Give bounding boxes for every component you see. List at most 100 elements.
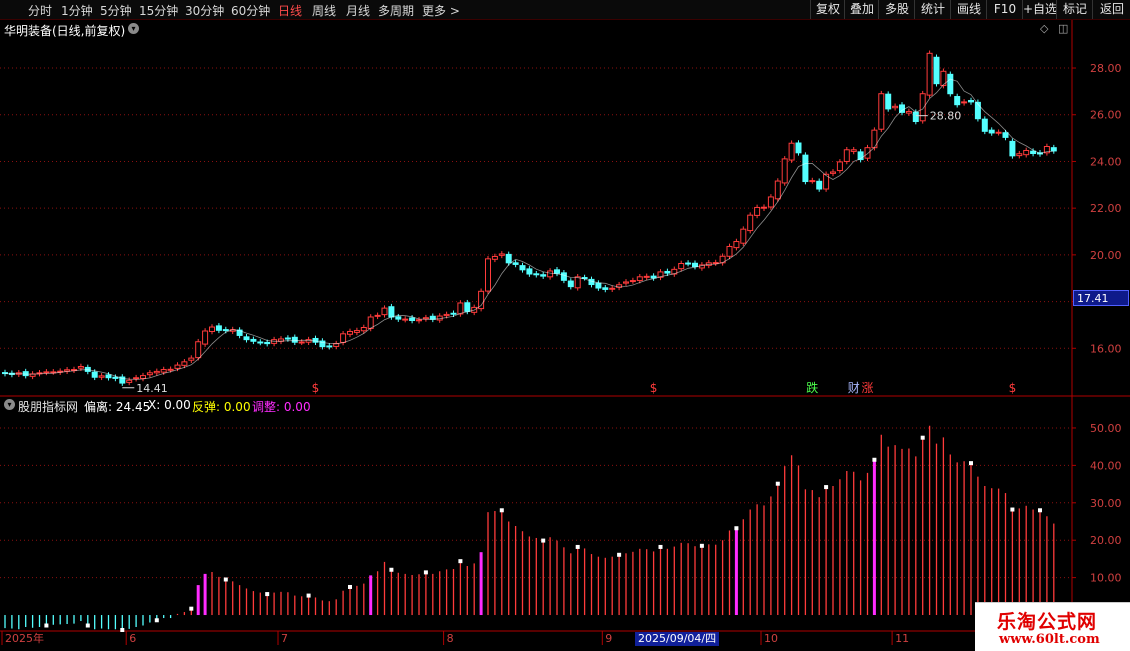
candle-body[interactable] (919, 93, 926, 122)
candle-body[interactable] (850, 149, 857, 152)
candle-body[interactable] (291, 336, 298, 343)
candle-body[interactable] (416, 319, 422, 322)
candle-body[interactable] (167, 368, 174, 371)
candle-body[interactable] (678, 263, 685, 270)
candle-body[interactable] (250, 338, 257, 342)
candle-body[interactable] (450, 312, 457, 315)
period-tab-6[interactable]: 日线 (278, 2, 302, 19)
toolbar-button-8[interactable]: 返回 (1092, 0, 1130, 19)
candle-body[interactable] (878, 93, 885, 130)
candle-body[interactable] (360, 327, 367, 332)
candle-body[interactable] (402, 318, 409, 321)
candle-body[interactable] (816, 180, 823, 190)
candle-body[interactable] (512, 262, 519, 265)
candle-body[interactable] (1023, 149, 1030, 156)
candle-body[interactable] (961, 101, 968, 104)
toolbar-button-3[interactable]: 统计 (914, 0, 951, 19)
candle-body[interactable] (533, 273, 540, 276)
candle-body[interactable] (243, 336, 250, 341)
candle-body[interactable] (381, 307, 388, 316)
candle-body[interactable] (257, 341, 264, 344)
candle-body[interactable] (1009, 140, 1016, 157)
candle-body[interactable] (754, 206, 761, 216)
candle-body[interactable] (802, 154, 809, 183)
candle-body[interactable] (353, 330, 360, 333)
panel-toggle-icon[interactable]: ◫ (1058, 22, 1068, 35)
toolbar-button-0[interactable]: 复权 (810, 0, 845, 19)
candle-body[interactable] (77, 366, 84, 369)
candle-body[interactable] (443, 313, 450, 317)
candle-body[interactable] (692, 262, 698, 268)
candle-body[interactable] (188, 357, 195, 361)
candle-body[interactable] (726, 245, 733, 257)
candle-body[interactable] (547, 270, 554, 278)
candle-body[interactable] (347, 330, 353, 335)
candle-body[interactable] (422, 317, 429, 320)
candle-body[interactable] (160, 369, 167, 373)
period-tab-1[interactable]: 1分钟 (61, 2, 93, 19)
period-tab-0[interactable]: 分时 (28, 2, 52, 19)
candle-body[interactable] (567, 280, 574, 288)
candle-body[interactable] (609, 287, 616, 290)
candle-body[interactable] (933, 56, 940, 85)
candle-body[interactable] (498, 253, 505, 256)
candle-body[interactable] (830, 171, 836, 174)
candle-body[interactable] (560, 272, 567, 281)
candle-body[interactable] (843, 149, 850, 162)
candle-body[interactable] (836, 161, 843, 172)
candle-body[interactable] (215, 325, 222, 331)
candle-body[interactable] (153, 370, 160, 374)
period-tab-9[interactable]: 多周期 (378, 2, 414, 19)
candle-body[interactable] (133, 377, 140, 380)
candle-body[interactable] (374, 314, 381, 317)
candle-body[interactable] (781, 158, 788, 184)
candle-body[interactable] (298, 341, 305, 344)
candle-body[interactable] (105, 374, 112, 379)
candle-body[interactable] (747, 214, 754, 232)
candle-body[interactable] (554, 269, 560, 274)
candle-body[interactable] (540, 274, 547, 277)
candle-body[interactable] (643, 275, 650, 278)
toolbar-button-6[interactable]: +自选 (1022, 0, 1057, 19)
candle-body[interactable] (968, 99, 974, 103)
candle-body[interactable] (912, 111, 919, 123)
candle-body[interactable] (740, 228, 747, 244)
candle-body[interactable] (174, 364, 181, 369)
candle-body[interactable] (899, 104, 905, 113)
candle-body[interactable] (491, 256, 498, 260)
candle-body[interactable] (1050, 147, 1057, 152)
chevron-down-icon[interactable]: ▾ (4, 399, 15, 410)
candle-body[interactable] (864, 147, 871, 159)
indicator-name[interactable]: 股朋指标网 (18, 398, 78, 415)
candle-body[interactable] (629, 280, 636, 283)
candle-body[interactable] (574, 276, 581, 289)
candle-body[interactable] (892, 105, 899, 109)
candle-body[interactable] (1030, 150, 1037, 155)
toolbar-button-4[interactable]: 画线 (950, 0, 987, 19)
candle-body[interactable] (222, 329, 229, 332)
candle-body[interactable] (126, 379, 133, 383)
candle-body[interactable] (284, 337, 291, 340)
period-tab-3[interactable]: 15分钟 (139, 2, 178, 19)
period-tab-4[interactable]: 30分钟 (185, 2, 224, 19)
candle-body[interactable] (264, 341, 271, 345)
candle-body[interactable] (809, 180, 816, 183)
candle-body[interactable] (947, 73, 954, 95)
candle-body[interactable] (595, 282, 602, 289)
candle-body[interactable] (457, 302, 464, 315)
candle-body[interactable] (885, 93, 892, 110)
kline-chart[interactable]: 16.0018.0020.0022.0024.0026.0028.0010.00… (0, 0, 1130, 650)
toolbar-button-2[interactable]: 多股 (878, 0, 915, 19)
candle-body[interactable] (774, 180, 781, 200)
candle-body[interactable] (464, 302, 471, 312)
candle-body[interactable] (1002, 132, 1009, 138)
candle-body[interactable] (395, 316, 402, 320)
candle-body[interactable] (988, 129, 995, 134)
candle-body[interactable] (954, 96, 961, 106)
candle-body[interactable] (519, 265, 526, 271)
candle-body[interactable] (146, 372, 153, 376)
candle-body[interactable] (733, 241, 740, 249)
candle-body[interactable] (112, 376, 119, 379)
candle-body[interactable] (767, 196, 774, 208)
candle-body[interactable] (485, 258, 491, 292)
